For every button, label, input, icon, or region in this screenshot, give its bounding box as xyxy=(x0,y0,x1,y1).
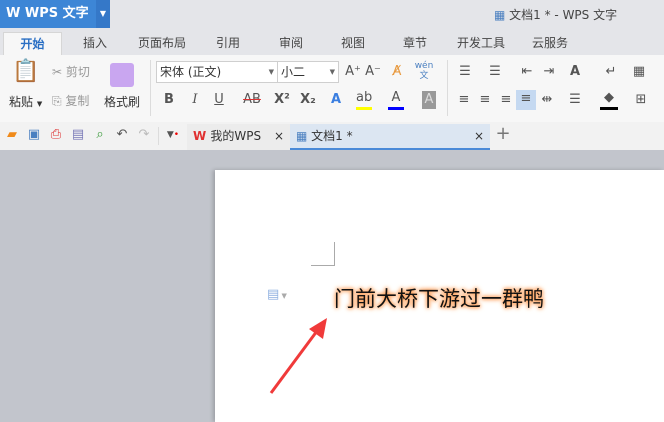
red-arrow-annotation xyxy=(269,318,327,394)
margin-corner-mark xyxy=(311,242,335,266)
shading-icon[interactable]: ◆ xyxy=(600,89,618,110)
undo-icon[interactable]: ↶ xyxy=(114,126,130,144)
border-icon[interactable]: ⊞ xyxy=(632,91,650,109)
decrease-indent-icon[interactable]: ⇤ xyxy=(518,63,536,81)
distribute-icon[interactable]: ⇹ xyxy=(538,91,556,109)
bold-button[interactable]: B xyxy=(160,91,178,109)
paste-icon[interactable]: 📋 xyxy=(12,61,39,89)
tab-cloud[interactable]: 云服务 xyxy=(524,32,576,55)
word-doc-icon: ▦ xyxy=(296,129,312,143)
tab-insert[interactable]: 插入 xyxy=(70,32,120,55)
tab-section[interactable]: 章节 xyxy=(392,32,438,55)
strikethrough-button[interactable]: AB xyxy=(240,91,264,109)
wps-logo-icon: W xyxy=(6,6,25,21)
grow-font-icon[interactable]: A⁺ xyxy=(344,63,362,81)
shrink-font-icon[interactable]: A⁻ xyxy=(364,63,382,81)
tab-review[interactable]: 审阅 xyxy=(268,32,314,55)
save-icon[interactable]: ▣ xyxy=(26,126,42,144)
title-bar: W WPS 文字 ▼ ▦ 文档1 * - WPS 文字 xyxy=(0,0,664,28)
tab-references[interactable]: 引用 xyxy=(205,32,251,55)
subscript-button[interactable]: X₂ xyxy=(298,91,318,109)
wps-icon: W xyxy=(193,129,211,143)
superscript-button[interactable]: X² xyxy=(272,91,292,109)
window-title: ▦ 文档1 * - WPS 文字 xyxy=(494,8,618,22)
highlight-icon[interactable]: ab xyxy=(356,89,372,110)
export-pdf-icon[interactable]: ⎙ xyxy=(48,126,64,144)
wps-menu-dropdown[interactable]: ▼ xyxy=(96,0,110,28)
align-center-icon[interactable]: ≡ xyxy=(477,91,493,109)
customize-dropdown-icon[interactable]: ▼• xyxy=(165,126,181,144)
ribbon: 📋 粘贴 ▼ ✂ 剪切 ⎘ 复制 格式刷 宋体 (正文) ▼ 小二 ▼ A⁺ A⁻ … xyxy=(0,55,664,122)
ribbon-tabs: 开始 插入 页面布局 引用 审阅 视图 章节 开发工具 云服务 xyxy=(0,28,664,55)
cut-button[interactable]: ✂ 剪切 xyxy=(52,63,90,80)
numbered-list-icon[interactable]: ☰ xyxy=(484,63,506,81)
tab-developer[interactable]: 开发工具 xyxy=(452,32,510,55)
wps-menu-button[interactable]: W WPS 文字 xyxy=(0,0,96,28)
tab-page-layout[interactable]: 页面布局 xyxy=(130,32,194,55)
doc-tab-my-wps[interactable]: W 我的WPS × xyxy=(187,124,290,150)
copy-icon: ⎘ xyxy=(52,94,66,108)
align-left-icon[interactable]: ≡ xyxy=(456,91,472,109)
scissors-icon: ✂ xyxy=(52,65,66,79)
paragraph-mark-icon[interactable]: ↵ xyxy=(602,63,620,81)
redo-icon[interactable]: ↷ xyxy=(136,126,152,144)
font-size-select[interactable]: 小二 ▼ xyxy=(277,61,339,83)
document-icon: ▦ xyxy=(494,8,510,22)
clear-format-icon[interactable]: A̸ xyxy=(388,63,406,81)
new-tab-icon[interactable]: + xyxy=(494,125,512,143)
format-painter-button[interactable]: 格式刷 xyxy=(104,93,140,110)
open-icon[interactable]: ▰ xyxy=(4,126,20,144)
char-shading-icon[interactable]: A xyxy=(422,91,436,109)
print-icon[interactable]: ▤ xyxy=(70,126,86,144)
paragraph-layout-icon[interactable]: ▤ ▼ xyxy=(267,287,287,302)
table-icon[interactable]: ▦ xyxy=(630,63,648,81)
font-color-icon[interactable]: A xyxy=(388,89,404,110)
copy-button[interactable]: ⎘ 复制 xyxy=(52,92,89,109)
format-painter-icon xyxy=(110,63,134,87)
underline-button[interactable]: U xyxy=(210,91,228,109)
print-preview-icon[interactable]: ⌕ xyxy=(92,126,108,144)
quick-access-bar: ▰ ▣ ⎙ ▤ ⌕ ↶ ↷ ▼• W 我的WPS × ▦ 文档1 * × + xyxy=(0,122,664,150)
increase-indent-icon[interactable]: ⇥ xyxy=(540,63,558,81)
justify-icon[interactable]: ≡ xyxy=(516,90,536,110)
close-tab-icon[interactable]: × xyxy=(274,124,284,148)
doc-tab-document1[interactable]: ▦ 文档1 * × xyxy=(290,124,490,150)
pinyin-guide-icon[interactable]: wén 文 xyxy=(412,61,436,81)
document-text[interactable]: 门前大桥下游过一群鸭 xyxy=(334,283,544,313)
italic-button[interactable]: I xyxy=(186,91,204,109)
bullet-list-icon[interactable]: ☰ xyxy=(454,63,476,81)
line-spacing-icon[interactable]: ☰ xyxy=(566,91,584,109)
text-effect-icon[interactable]: A xyxy=(328,91,344,109)
tab-home[interactable]: 开始 xyxy=(3,32,62,55)
char-spacing-icon[interactable]: A xyxy=(564,63,586,81)
tab-view[interactable]: 视图 xyxy=(330,32,376,55)
font-name-select[interactable]: 宋体 (正文) ▼ xyxy=(156,61,278,83)
paste-button[interactable]: 粘贴 ▼ xyxy=(9,93,42,110)
close-tab-icon[interactable]: × xyxy=(474,124,484,148)
align-right-icon[interactable]: ≡ xyxy=(498,91,514,109)
